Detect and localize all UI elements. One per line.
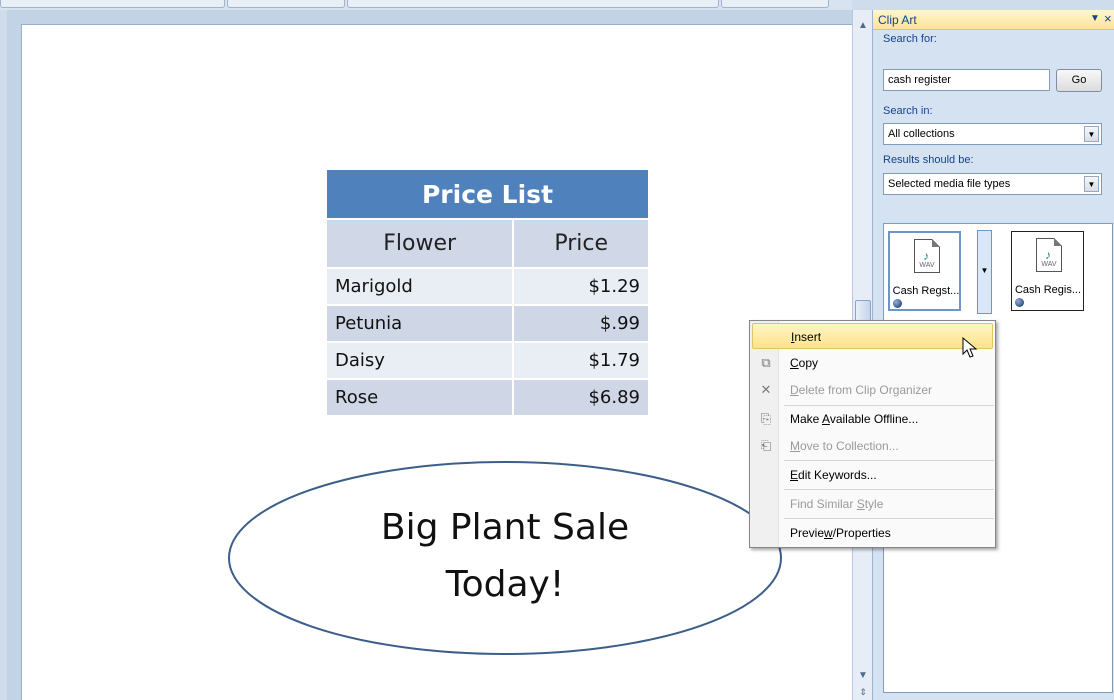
menu-item-label: Edit Keywords... [790,468,877,482]
clip-dropdown-arrow-icon[interactable]: ▼ [977,230,992,314]
mouse-pointer-icon [962,337,978,358]
table-row: Rose $6.89 [327,379,648,417]
search-for-label: Search for: [883,33,937,45]
column-header-flower: Flower [327,219,515,269]
scroll-up-arrow-icon[interactable]: ▲ [855,18,871,34]
copy-icon: ⧉ [761,355,771,370]
search-in-value: All collections [888,128,955,140]
file-type-label: WAV [919,262,935,269]
menu-separator [784,518,994,519]
chevron-down-icon[interactable]: ▼ [1084,176,1099,192]
sale-callout-text[interactable]: Big Plant Sale Today! [227,499,783,613]
results-label: Results should be: [883,154,974,166]
price-list-table[interactable]: Price List Flower Price Marigold $1.29 P… [327,170,648,417]
tab-segment[interactable] [721,0,829,8]
tab-segment[interactable] [227,0,345,8]
pane-options-icon[interactable]: ▼ [1090,13,1100,24]
scroll-thumb[interactable] [855,300,871,322]
offline-icon: ⎘ [760,411,772,426]
online-globe-icon [893,299,902,308]
chevron-down-icon[interactable]: ▼ [1084,126,1099,142]
wav-audio-file-icon: ♪ WAV [1036,238,1062,272]
menu-item-make-offline[interactable]: ⎘ Make Available Offline... [752,406,993,432]
results-type-value: Selected media file types [888,178,1011,190]
results-type-select[interactable]: Selected media file types ▼ [883,173,1102,195]
delete-icon: ✕ [760,382,772,397]
music-note-icon: ♪ [923,249,929,263]
menu-item-move-to-collection[interactable]: ⎗ Move to Collection... [752,433,993,459]
menu-item-label: Delete from Clip Organizer [790,383,933,397]
menu-item-insert[interactable]: Insert [752,323,993,349]
table-row: Daisy $1.79 [327,342,648,380]
menu-item-label: Move to Collection... [790,439,899,453]
scroll-down-arrow-icon[interactable]: ▼ [855,668,871,684]
tab-segment[interactable] [0,0,225,8]
previous-slide-icon[interactable]: ⇕ [855,684,871,700]
flower-name: Petunia [327,305,515,343]
menu-item-preview-properties[interactable]: Preview/Properties [752,520,993,546]
flower-price: $1.79 [513,342,648,380]
move-icon: ⎗ [760,438,772,453]
clip-label: Cash Regis... [1014,284,1082,296]
flower-price: $6.89 [513,379,648,417]
flower-price: $1.29 [513,268,648,306]
clip-context-menu: Insert ⧉ Copy ✕ Delete from Clip Organiz… [749,320,996,548]
flower-name: Marigold [327,268,515,306]
top-tab-strip [0,0,852,10]
go-button[interactable]: Go [1056,69,1102,92]
flower-name: Rose [327,379,515,417]
menu-item-find-similar-style[interactable]: Find Similar Style [752,491,993,517]
menu-item-label: Insert [791,330,822,344]
callout-line-2: Today! [445,564,565,605]
column-header-price: Price [513,219,648,269]
menu-item-copy[interactable]: ⧉ Copy [752,350,993,376]
search-input[interactable]: cash register [883,69,1050,91]
menu-item-label: Preview/Properties [790,526,891,540]
pane-title: Clip Art [878,13,917,27]
table-row: Marigold $1.29 [327,268,648,306]
menu-item-label: Make Available Offline... [790,412,919,426]
file-type-label: WAV [1041,261,1057,268]
search-in-select[interactable]: All collections ▼ [883,123,1102,145]
table-title: Price List [327,170,648,220]
menu-item-label: Copy [790,356,819,370]
callout-line-1: Big Plant Sale [380,507,630,548]
table-row: Petunia $.99 [327,305,648,343]
menu-item-edit-keywords[interactable]: Edit Keywords... [752,462,993,488]
menu-separator [784,460,994,461]
menu-separator [784,489,994,490]
clip-result-item[interactable]: ♪ WAV Cash Regst... [888,231,961,311]
menu-item-delete[interactable]: ✕ Delete from Clip Organizer [752,377,993,403]
clip-result-item[interactable]: ♪ WAV Cash Regis... [1011,231,1084,311]
wav-audio-file-icon: ♪ WAV [914,239,940,273]
close-icon[interactable]: × [1104,11,1112,26]
search-in-label: Search in: [883,105,933,117]
flower-name: Daisy [327,342,515,380]
pane-header: Clip Art ▼ × [873,10,1114,30]
tab-segment[interactable] [347,0,719,8]
flower-price: $.99 [513,305,648,343]
online-globe-icon [1015,298,1024,307]
clip-label: Cash Regst... [892,285,960,297]
music-note-icon: ♪ [1045,248,1051,262]
menu-item-label: Find Similar Style [790,497,884,511]
